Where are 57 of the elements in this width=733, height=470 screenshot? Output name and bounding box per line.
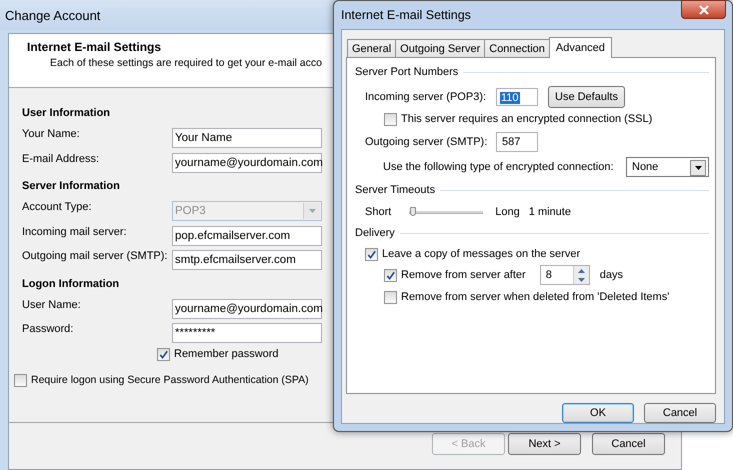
wizard-button[interactable]: Cancel bbox=[592, 433, 665, 455]
group-heading: Server Port Numbers bbox=[355, 66, 458, 78]
days-spinner[interactable]: 8 bbox=[540, 265, 590, 285]
field-label: User Name: bbox=[22, 298, 82, 310]
remove-deleted-checkbox[interactable]: Remove from server when deleted from 'Deleted Items' bbox=[384, 290, 670, 304]
slider-label: Short bbox=[365, 206, 392, 218]
field-label: E-mail Address: bbox=[22, 152, 100, 164]
checkbox[interactable] bbox=[384, 112, 397, 126]
close-icon bbox=[698, 4, 710, 14]
window-title: Change Account bbox=[5, 8, 100, 22]
tab[interactable]: General bbox=[347, 39, 396, 57]
input-field[interactable]: pop.efcmailserver.com bbox=[172, 226, 322, 246]
remember-password-checkbox[interactable]: Remember password bbox=[157, 348, 279, 360]
section-heading: User Information bbox=[22, 107, 110, 119]
checkbox[interactable] bbox=[384, 268, 397, 282]
unit-label: days bbox=[600, 269, 623, 281]
dialog-button[interactable]: OK bbox=[562, 403, 634, 423]
checkbox[interactable] bbox=[14, 374, 27, 386]
field-label: Use the following type of encrypted connection: bbox=[383, 161, 615, 173]
field-label: Incoming server (POP3): bbox=[365, 91, 488, 103]
page-description: Each of these settings are required to get your e-mail acco bbox=[50, 57, 322, 69]
wizard-button[interactable]: Next > bbox=[508, 433, 581, 455]
use-defaults-button[interactable]: Use Defaults bbox=[548, 86, 625, 108]
input-field[interactable]: 587 bbox=[496, 132, 538, 152]
tab[interactable]: Connection bbox=[484, 39, 550, 57]
checkbox[interactable] bbox=[384, 290, 397, 304]
spa-checkbox[interactable]: Require logon using Secure Password Authentication (SPA) bbox=[14, 374, 309, 386]
field-label: Incoming mail server: bbox=[22, 226, 128, 238]
dialog-title: Internet E-mail Settings bbox=[341, 8, 471, 22]
field-label: Outgoing mail server (SMTP): bbox=[22, 250, 168, 262]
field-label: Account Type: bbox=[22, 201, 93, 213]
field-label: Outgoing server (SMTP): bbox=[365, 136, 488, 148]
leave-copy-checkbox[interactable]: Leave a copy of messages on the server bbox=[365, 248, 580, 260]
tab[interactable]: Outgoing Server bbox=[395, 39, 486, 57]
remove-after-checkbox[interactable]: Remove from server after bbox=[384, 268, 526, 282]
dialog-button[interactable]: Cancel bbox=[644, 403, 716, 423]
checkbox[interactable] bbox=[365, 248, 378, 260]
tab[interactable]: Advanced bbox=[548, 37, 612, 58]
input-field[interactable]: yourname@yourdomain.com bbox=[172, 152, 322, 172]
group-heading: Server Timeouts bbox=[355, 184, 436, 196]
input-field[interactable]: yourname@yourdomain.com bbox=[172, 298, 322, 318]
timeout-reading: 1 minute bbox=[528, 206, 571, 218]
section-heading: Logon Information bbox=[22, 278, 120, 290]
section-heading: Server Information bbox=[22, 180, 120, 192]
group-heading: Delivery bbox=[355, 227, 395, 239]
field-label: Your Name: bbox=[22, 128, 81, 140]
input-field[interactable]: 110 bbox=[496, 88, 538, 106]
field-label: Password: bbox=[22, 323, 74, 335]
encryption-dropdown[interactable]: None bbox=[626, 157, 709, 177]
password-field[interactable]: ********* bbox=[172, 323, 322, 343]
input-field[interactable]: Your Name bbox=[172, 128, 322, 148]
input-field[interactable]: smtp.efcmailserver.com bbox=[172, 250, 322, 270]
checkbox[interactable] bbox=[157, 348, 170, 360]
slider-label: Long bbox=[495, 206, 520, 218]
ssl-checkbox[interactable]: This server requires an encrypted connection (SSL) bbox=[384, 112, 652, 126]
page-heading: Internet E-mail Settings bbox=[27, 40, 162, 54]
close-button[interactable] bbox=[681, 0, 726, 19]
